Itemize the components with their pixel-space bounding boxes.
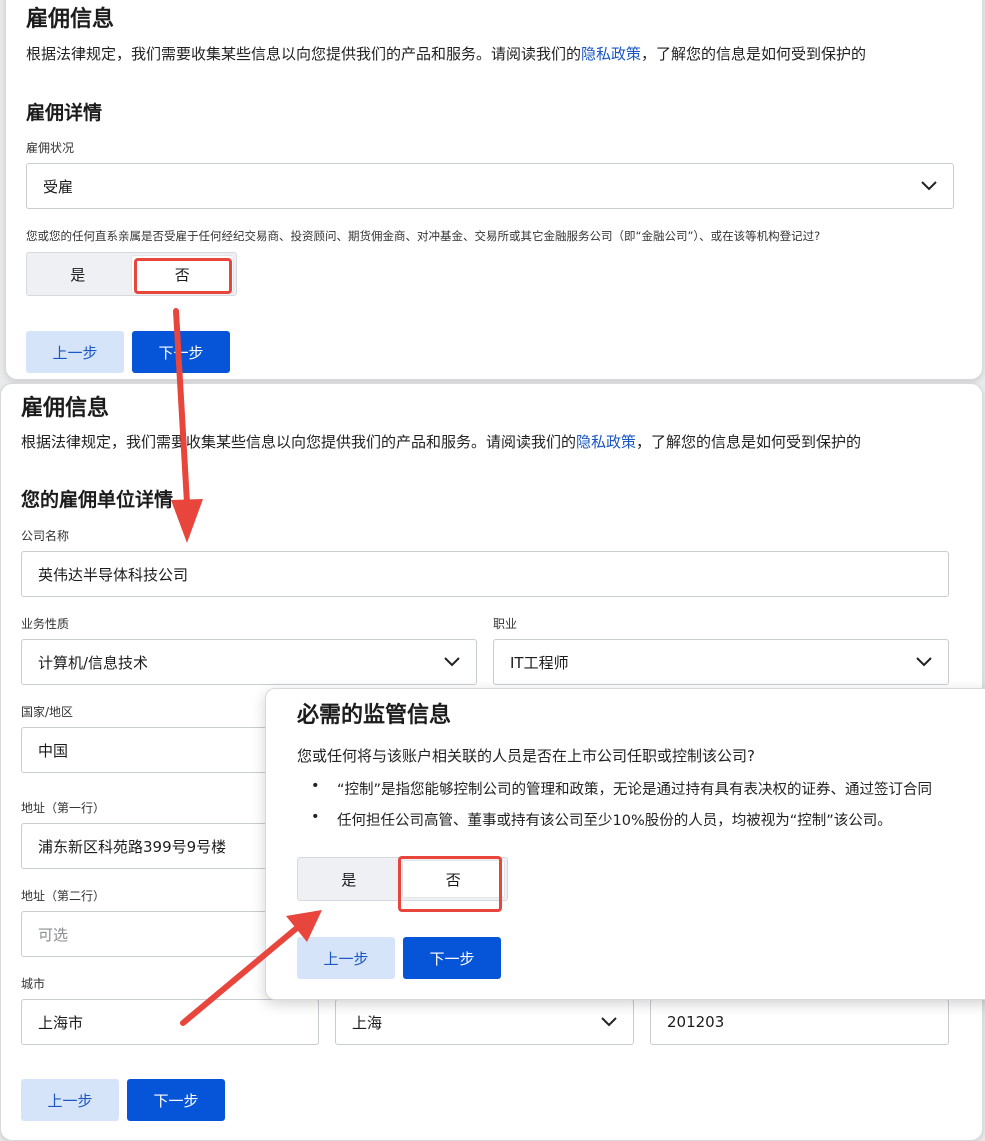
arrow-down-head-icon (171, 499, 203, 543)
arrow-up-head-icon (286, 910, 322, 942)
arrow-down-line (173, 308, 190, 506)
annotation-arrows (171, 308, 322, 1026)
arrow-up-line (180, 924, 301, 1026)
